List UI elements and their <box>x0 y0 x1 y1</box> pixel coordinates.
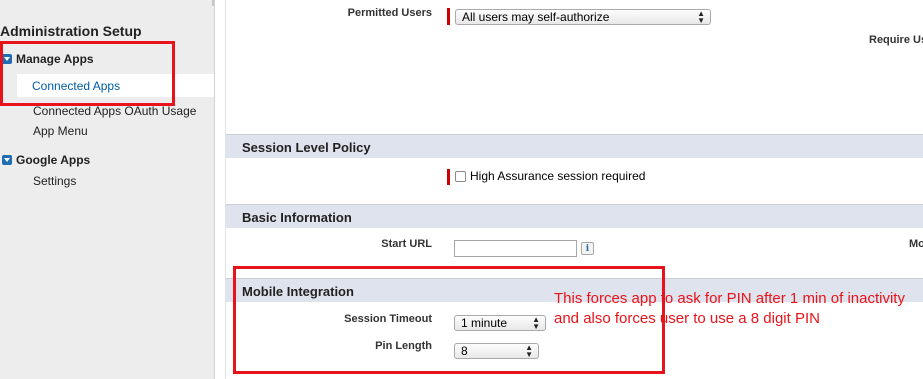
sidebar-title: Administration Setup <box>0 23 142 39</box>
sidebar-item-settings[interactable]: Settings <box>33 174 76 188</box>
expand-triangle-icon[interactable] <box>2 155 12 165</box>
sidebar-divider <box>212 0 214 6</box>
annotation-line-1: This forces app to ask for PIN after 1 m… <box>554 290 905 307</box>
require-label-cut: Require Us <box>869 34 923 46</box>
high-assurance-checkbox[interactable] <box>455 171 466 182</box>
sidebar-group-google-apps[interactable]: Google Apps <box>2 153 90 167</box>
section-session-level-policy: Session Level Policy <box>226 134 923 158</box>
select-value: All users may self-authorize <box>462 10 610 24</box>
highlight-box-sidebar <box>0 41 175 106</box>
section-basic-information: Basic Information <box>226 204 923 228</box>
select-arrows-icon: ▲ ▼ <box>697 9 705 25</box>
permitted-users-label: Permitted Users <box>347 7 432 19</box>
section-title: Session Level Policy <box>242 140 371 155</box>
start-url-label: Start URL <box>381 238 432 250</box>
annotation-line-2: and also forces user to use a 8 digit PI… <box>554 310 820 327</box>
mobile-label-cut: Mo <box>909 238 923 250</box>
required-indicator <box>447 169 450 185</box>
section-title: Basic Information <box>242 210 352 225</box>
start-url-input[interactable] <box>454 240 577 257</box>
sidebar-item-connected-apps-oauth-usage[interactable]: Connected Apps OAuth Usage <box>33 104 196 118</box>
sidebar-item-app-menu[interactable]: App Menu <box>33 124 88 138</box>
high-assurance-label: High Assurance session required <box>470 169 646 183</box>
required-indicator <box>447 8 450 25</box>
info-icon[interactable]: i <box>581 242 594 255</box>
permitted-users-select[interactable]: All users may self-authorize ▲ ▼ <box>455 9 711 25</box>
sidebar-group-label: Google Apps <box>16 153 91 167</box>
